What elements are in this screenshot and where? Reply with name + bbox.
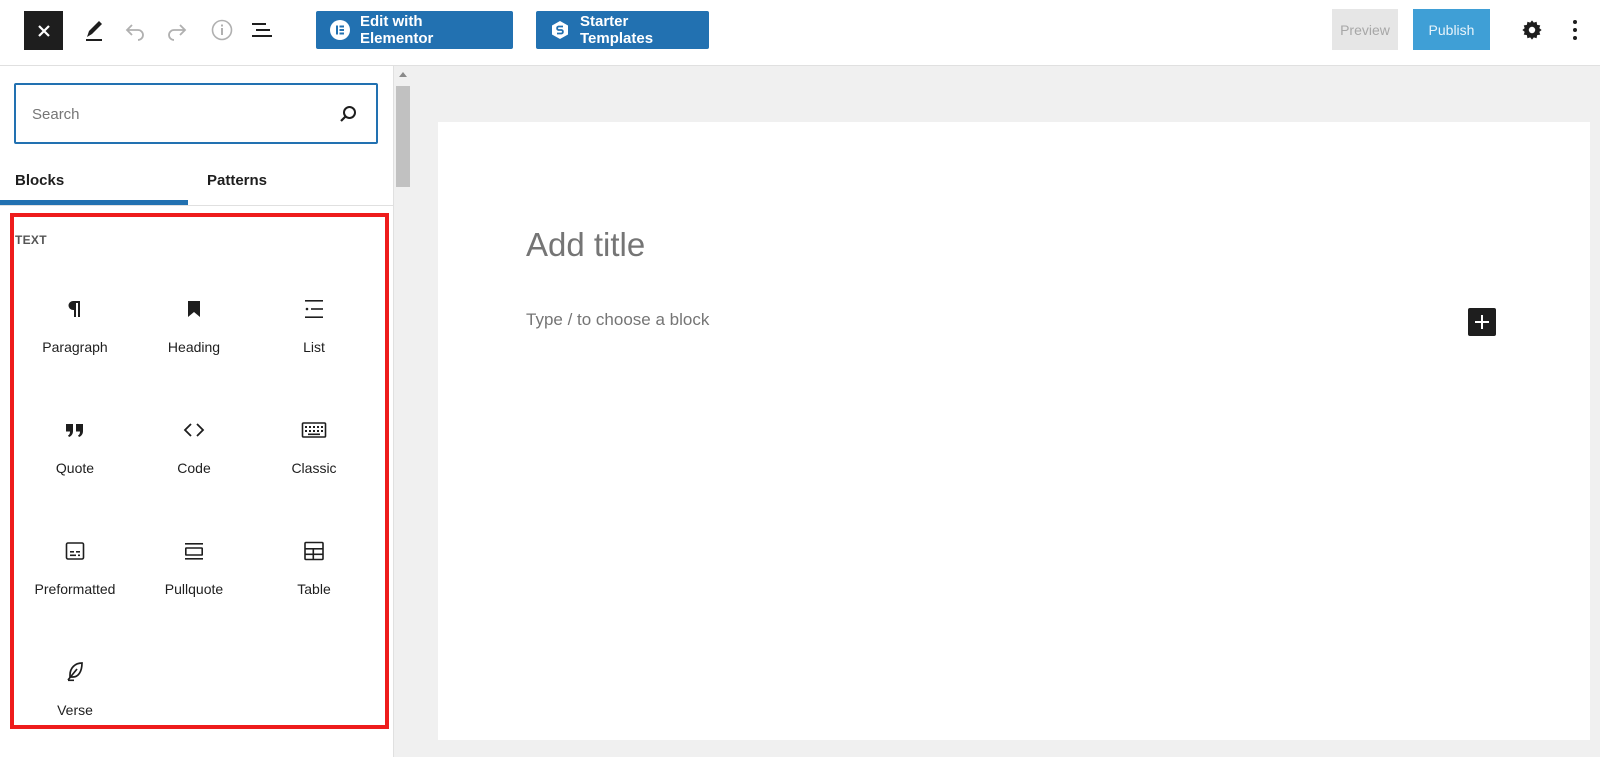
scrollbar-thumb[interactable] — [396, 86, 410, 187]
more-options-button[interactable] — [1561, 16, 1589, 44]
block-classic[interactable]: Classic — [255, 402, 373, 512]
sidebar-scrollbar[interactable] — [394, 66, 412, 757]
editor-page: Add title Type / to choose a block — [438, 122, 1590, 740]
feather-icon — [61, 658, 89, 686]
edit-with-elementor-button[interactable]: Edit with Elementor — [316, 11, 513, 49]
block-label: List — [303, 339, 325, 355]
search-input[interactable] — [32, 103, 312, 125]
info-icon — [211, 19, 233, 41]
block-code[interactable]: Code — [135, 402, 253, 512]
block-table[interactable]: Table — [255, 523, 373, 633]
close-button[interactable] — [24, 11, 63, 50]
block-label: Verse — [57, 702, 93, 718]
post-title-input[interactable]: Add title — [526, 226, 645, 264]
tab-blocks[interactable]: Blocks — [15, 154, 64, 206]
list-icon — [300, 295, 328, 323]
undo-button[interactable] — [121, 16, 149, 44]
active-tab-indicator — [0, 200, 188, 205]
block-label: Pullquote — [164, 581, 224, 597]
editor-canvas: Add title Type / to choose a block — [412, 66, 1600, 757]
plus-icon — [1475, 315, 1489, 329]
paragraph-icon — [61, 295, 89, 323]
edit-mode-button[interactable] — [80, 16, 108, 44]
close-icon — [37, 24, 50, 37]
list-view-icon — [252, 23, 272, 37]
search-icon[interactable] — [338, 104, 358, 124]
block-list[interactable]: List — [255, 281, 373, 391]
tab-patterns[interactable]: Patterns — [207, 154, 267, 206]
redo-button[interactable] — [163, 16, 191, 44]
starter-templates-label: Starter Templates — [580, 13, 654, 47]
starter-templates-icon — [550, 20, 570, 40]
block-preformatted[interactable]: Preformatted — [16, 523, 134, 633]
edit-with-elementor-label: Edit with Elementor — [360, 13, 434, 47]
more-vertical-icon — [1573, 20, 1577, 40]
block-verse[interactable]: Verse — [16, 644, 134, 754]
gear-icon — [1522, 20, 1542, 40]
add-block-button[interactable] — [1468, 308, 1496, 336]
code-icon — [180, 416, 208, 444]
block-label: Paragraph — [42, 339, 108, 355]
redo-icon — [168, 24, 187, 41]
inserter-tabs: Blocks Patterns — [0, 154, 394, 206]
table-icon — [300, 537, 328, 565]
block-heading[interactable]: Heading — [135, 281, 253, 391]
category-label: TEXT — [15, 233, 47, 247]
block-label: Preformatted — [34, 581, 116, 597]
preview-button[interactable]: Preview — [1332, 9, 1398, 50]
heading-icon — [180, 295, 208, 323]
preformatted-icon — [61, 537, 89, 565]
block-pullquote[interactable]: Pullquote — [135, 523, 253, 633]
details-button[interactable] — [208, 16, 236, 44]
scroll-up-arrow-icon[interactable] — [399, 72, 407, 77]
block-appender[interactable]: Type / to choose a block — [526, 310, 709, 330]
block-paragraph[interactable]: Paragraph — [16, 281, 134, 391]
pencil-icon — [86, 21, 102, 41]
pullquote-icon — [180, 537, 208, 565]
publish-button[interactable]: Publish — [1413, 9, 1490, 50]
elementor-icon — [330, 20, 350, 40]
block-label: Quote — [55, 460, 95, 476]
block-search — [14, 83, 378, 144]
block-label: Table — [297, 581, 331, 597]
block-label: Classic — [291, 460, 337, 476]
list-view-button[interactable] — [248, 16, 276, 44]
block-quote[interactable]: Quote — [16, 402, 134, 512]
undo-icon — [125, 24, 144, 41]
block-inserter-sidebar: Blocks Patterns TEXT Paragraph Heading L… — [0, 66, 394, 757]
block-label: Heading — [167, 339, 221, 355]
starter-templates-button[interactable]: Starter Templates — [536, 11, 709, 49]
keyboard-icon — [300, 416, 328, 444]
top-toolbar: Edit with Elementor Starter Templates Pr… — [0, 0, 1600, 66]
settings-button[interactable] — [1518, 16, 1546, 44]
block-label: Code — [177, 460, 211, 476]
quote-icon — [61, 416, 89, 444]
